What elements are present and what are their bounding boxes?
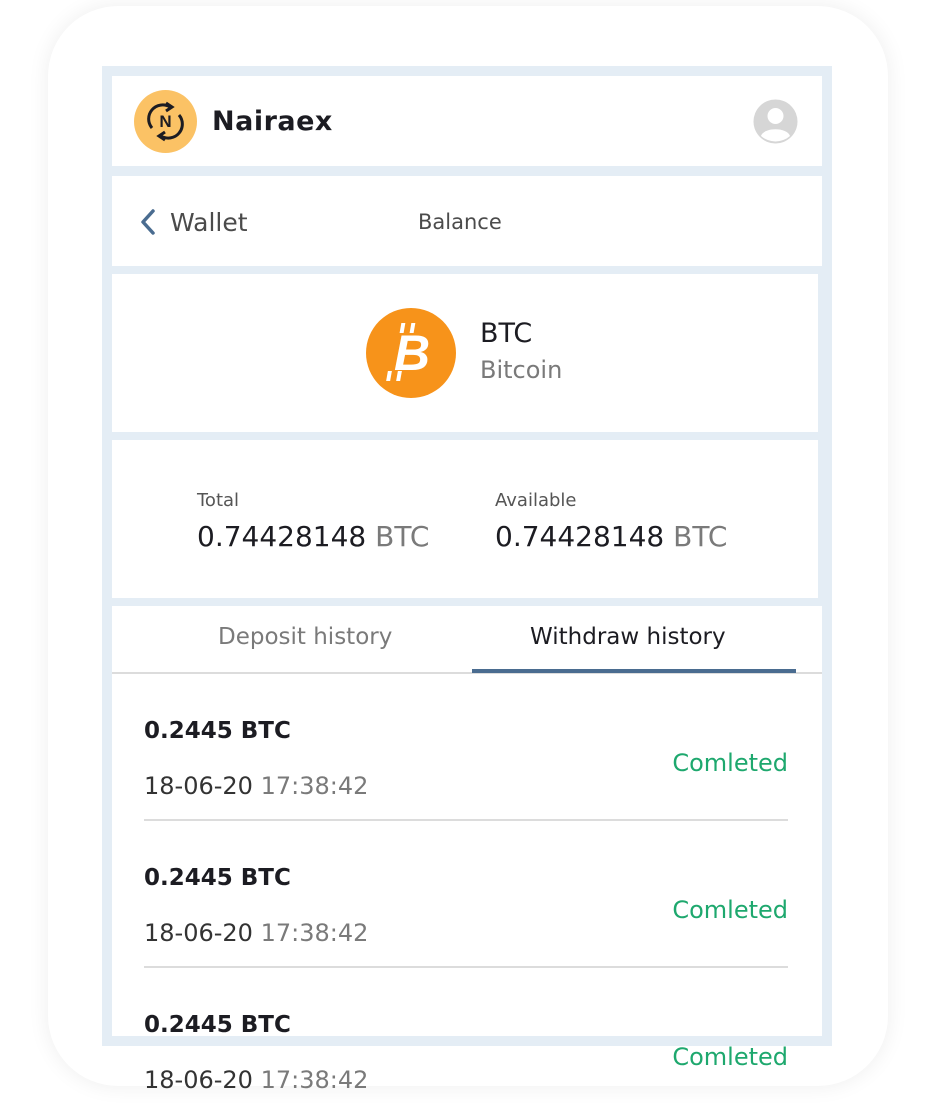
transaction-date: 18-06-20 — [144, 772, 253, 800]
active-tab-indicator — [472, 669, 796, 673]
transaction-amount: 0.2445 BTC — [144, 718, 291, 744]
tab-withdraw-history[interactable]: Withdraw history — [530, 624, 726, 650]
app-header: N Nairaex — [112, 76, 822, 166]
transaction-date: 18-06-20 — [144, 919, 253, 947]
transaction-status: Comleted — [672, 749, 788, 777]
available-label: Available — [495, 490, 577, 511]
user-avatar-icon[interactable] — [752, 98, 799, 145]
transaction-row[interactable]: 0.2445 BTC 18-06-20 17:38:42 Comleted — [144, 968, 788, 1115]
available-balance: 0.74428148 BTC — [495, 520, 727, 553]
tab-deposit-history[interactable]: Deposit history — [218, 624, 392, 650]
transaction-status: Comleted — [672, 896, 788, 924]
history-card: Deposit history Withdraw history 0.2445 … — [112, 606, 822, 1094]
available-value: 0.74428148 — [495, 520, 665, 553]
transaction-datetime: 18-06-20 17:38:42 — [144, 919, 368, 947]
transaction-time: 17:38:42 — [260, 772, 369, 800]
transaction-row[interactable]: 0.2445 BTC 18-06-20 17:38:42 Comleted — [144, 821, 788, 968]
transaction-time: 17:38:42 — [260, 919, 369, 947]
total-value: 0.74428148 — [197, 520, 367, 553]
total-balance: 0.74428148 BTC — [197, 520, 429, 553]
transaction-amount: 0.2445 BTC — [144, 1012, 291, 1038]
chevron-left-icon[interactable] — [138, 208, 158, 236]
transaction-status: Comleted — [672, 1043, 788, 1071]
nav-bar: Wallet Balance — [112, 176, 822, 266]
transaction-time: 17:38:42 — [260, 1066, 369, 1094]
brand-name: Nairaex — [212, 106, 333, 137]
transaction-date: 18-06-20 — [144, 1066, 253, 1094]
back-button[interactable]: Wallet — [170, 208, 248, 237]
transaction-datetime: 18-06-20 17:38:42 — [144, 772, 368, 800]
balance-card: Total 0.74428148 BTC Available 0.7442814… — [112, 440, 818, 598]
coin-symbol: BTC — [480, 318, 533, 349]
nairaex-logo-icon[interactable]: N — [134, 90, 197, 153]
transaction-row[interactable]: 0.2445 BTC 18-06-20 17:38:42 Comleted — [144, 674, 788, 821]
total-label: Total — [197, 490, 240, 511]
available-unit: BTC — [673, 520, 728, 553]
bitcoin-icon: B — [366, 308, 456, 398]
transaction-amount: 0.2445 BTC — [144, 865, 291, 891]
coin-card: B BTC Bitcoin — [112, 274, 818, 432]
svg-text:N: N — [159, 112, 171, 131]
page-title: Balance — [418, 210, 502, 234]
total-unit: BTC — [375, 520, 430, 553]
transaction-datetime: 18-06-20 17:38:42 — [144, 1066, 368, 1094]
coin-name: Bitcoin — [480, 356, 563, 384]
